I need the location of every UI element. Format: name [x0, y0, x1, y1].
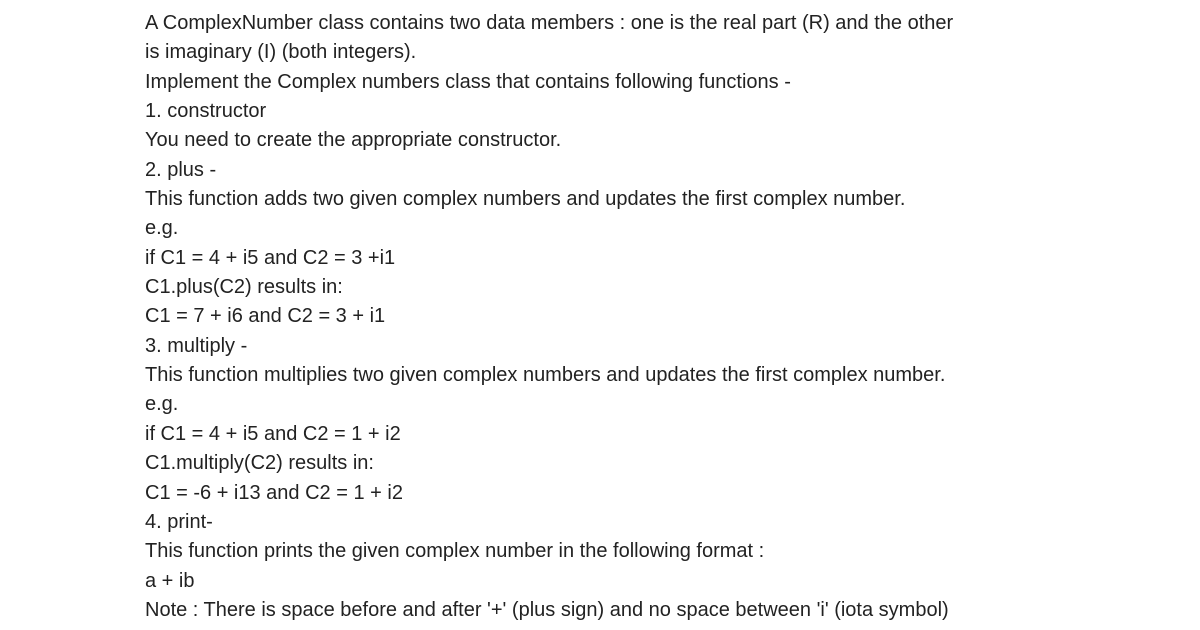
- problem-statement: A ComplexNumber class contains two data …: [145, 9, 1185, 625]
- text-line: e.g.: [145, 217, 179, 240]
- text-line: Note : There is space before and after '…: [145, 598, 949, 621]
- text-line: C1 = 7 + i6 and C2 = 3 + i1: [145, 305, 386, 328]
- text-line: Implement the Complex numbers class that…: [145, 70, 791, 93]
- text-line: if C1 = 4 + i5 and C2 = 3 +i1: [145, 246, 396, 269]
- text-line: This function prints the given complex n…: [145, 540, 765, 563]
- text-line: is imaginary (I) (both integers).: [145, 41, 417, 64]
- text-line: A ComplexNumber class contains two data …: [145, 12, 954, 34]
- text-line: 3. multiply -: [145, 334, 248, 357]
- text-line: e.g.: [145, 393, 179, 416]
- text-line: 2. plus -: [145, 158, 217, 181]
- text-line: C1.plus(C2) results in:: [145, 276, 343, 299]
- text-line: This function adds two given complex num…: [145, 188, 906, 211]
- text-line: 4. print-: [145, 510, 213, 533]
- text-line: a + ib: [145, 569, 195, 592]
- text-line: C1.multiply(C2) results in:: [145, 452, 374, 475]
- text-line: C1 = -6 + i13 and C2 = 1 + i2: [145, 481, 403, 504]
- text-line: if C1 = 4 + i5 and C2 = 1 + i2: [145, 422, 401, 445]
- text-line: You need to create the appropriate const…: [145, 129, 562, 152]
- text-line: 1. constructor: [145, 100, 267, 123]
- text-line: This function multiplies two given compl…: [145, 364, 946, 387]
